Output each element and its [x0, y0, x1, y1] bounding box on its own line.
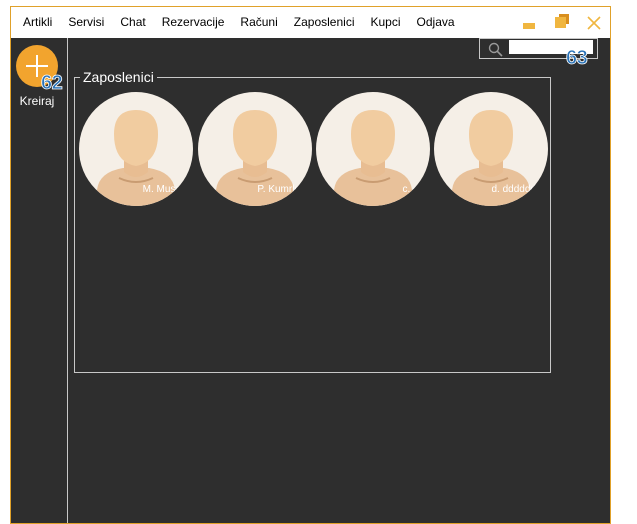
minimize-button[interactable] — [514, 7, 546, 38]
employee-card[interactable]: P. Kumrle — [198, 92, 312, 206]
create-button[interactable]: 62 — [16, 45, 63, 94]
menu-item-artikli[interactable]: Artikli — [15, 7, 60, 38]
menu-item-chat[interactable]: Chat — [112, 7, 153, 38]
employee-card[interactable]: c. c — [316, 92, 430, 206]
window-controls — [514, 7, 610, 38]
menu-item-servisi[interactable]: Servisi — [60, 7, 112, 38]
minimize-icon — [523, 23, 535, 29]
employee-card[interactable]: d. dddddd — [434, 92, 548, 206]
menu-item-odjava[interactable]: Odjava — [409, 7, 463, 38]
employee-name: d. dddddd — [491, 184, 537, 195]
employees-group-title: Zaposlenici — [80, 69, 157, 85]
main-menu: Artikli Servisi Chat Rezervacije Računi … — [15, 7, 463, 38]
employee-name: c. c — [402, 184, 418, 195]
menu-item-rezervacije[interactable]: Rezervacije — [154, 7, 233, 38]
sidebar: 62 Kreiraj — [11, 38, 68, 523]
app-window: Artikli Servisi Chat Rezervacije Računi … — [10, 6, 611, 524]
menu-item-zaposlenici[interactable]: Zaposlenici — [286, 7, 363, 38]
search-icon — [488, 42, 503, 57]
create-badge: 62 — [41, 72, 64, 95]
create-label: Kreiraj — [19, 94, 55, 108]
employees-group: Zaposlenici M. Musa P. Kumrle c. c d. dd… — [74, 69, 551, 373]
close-button[interactable] — [578, 7, 610, 38]
employee-card[interactable]: M. Musa — [79, 92, 193, 206]
menu-item-kupci[interactable]: Kupci — [362, 7, 408, 38]
menu-item-racuni[interactable]: Računi — [232, 7, 285, 38]
restore-button[interactable] — [546, 7, 578, 38]
search-badge: 63 — [566, 47, 589, 70]
employee-name: P. Kumrle — [257, 184, 300, 195]
close-icon — [587, 16, 601, 30]
employee-name: M. Musa — [142, 184, 181, 195]
menu-bar: Artikli Servisi Chat Rezervacije Računi … — [11, 7, 610, 38]
